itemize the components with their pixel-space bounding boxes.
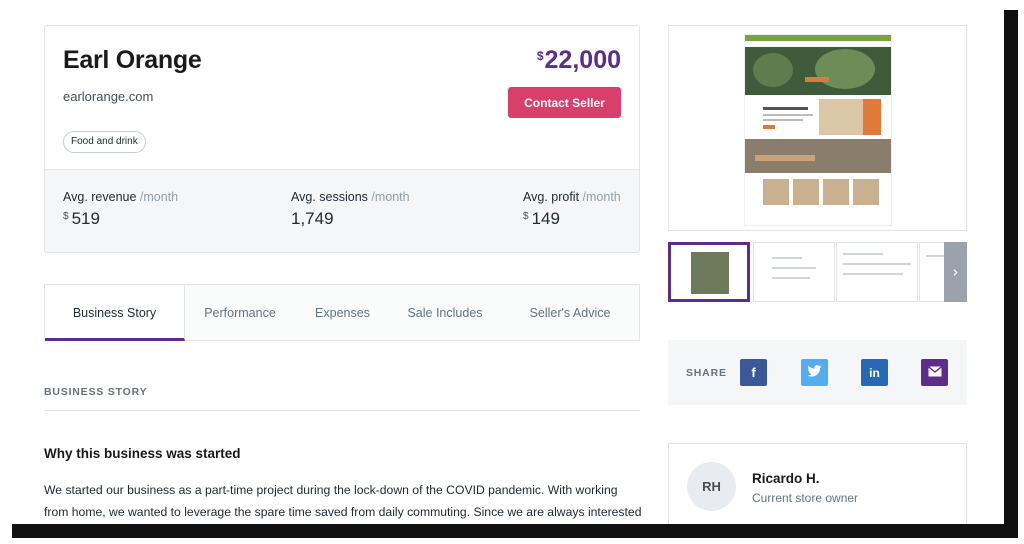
listing-title: Earl Orange xyxy=(63,46,202,74)
avatar: RH xyxy=(687,462,736,511)
email-icon[interactable] xyxy=(921,359,948,386)
stat-sessions: Avg. sessions /month 1,749 xyxy=(291,190,410,229)
listing-price: $22,000 xyxy=(537,46,621,75)
stat-period: /month xyxy=(582,190,621,204)
tab-expenses[interactable]: Expenses xyxy=(295,285,390,341)
thumbnail-strip xyxy=(668,241,967,303)
stat-value: 149 xyxy=(531,209,560,228)
stat-currency: $ xyxy=(63,211,69,222)
thumbnail-1[interactable] xyxy=(668,242,750,302)
facebook-icon[interactable]: f xyxy=(740,359,767,386)
page-shadow-right xyxy=(1004,10,1018,538)
section-divider xyxy=(44,410,640,411)
business-story-text: We started our business as a part-time p… xyxy=(44,483,642,519)
store-preview[interactable] xyxy=(668,25,967,231)
stat-value: 519 xyxy=(71,209,100,228)
listing-card: Earl Orange earlorange.com Food and drin… xyxy=(44,25,640,253)
price-currency: $ xyxy=(536,49,544,63)
stat-currency: $ xyxy=(523,211,529,222)
thumbnail-2[interactable] xyxy=(753,242,835,302)
stat-label: Avg. sessions xyxy=(291,190,368,204)
owner-name: Ricardo H. xyxy=(752,471,820,486)
stat-profit: Avg. profit /month $149 xyxy=(523,190,621,229)
stat-value: 1,749 xyxy=(291,209,334,228)
listing-page: Earl Orange earlorange.com Food and drin… xyxy=(0,0,1004,524)
twitter-icon[interactable] xyxy=(801,359,828,386)
tab-sellers-advice[interactable]: Seller's Advice xyxy=(510,285,630,341)
share-bar: SHARE f in xyxy=(668,340,967,405)
gallery-next-button[interactable]: › xyxy=(944,242,967,302)
stat-revenue: Avg. revenue /month $519 xyxy=(63,190,178,229)
thumbnail-3[interactable] xyxy=(836,242,918,302)
stat-period: /month xyxy=(139,190,179,204)
stat-period: /month xyxy=(371,190,410,204)
store-screenshot xyxy=(744,34,892,226)
owner-card: RH Ricardo H. Current store owner xyxy=(668,443,967,524)
tab-performance[interactable]: Performance xyxy=(185,285,295,341)
contact-seller-button[interactable]: Contact Seller xyxy=(508,87,621,118)
listing-tabs: Business Story Performance Expenses Sale… xyxy=(44,284,640,341)
owner-role: Current store owner xyxy=(752,491,859,505)
share-label: SHARE xyxy=(686,367,727,379)
price-value: 22,000 xyxy=(544,46,621,74)
listing-domain: earlorange.com xyxy=(63,89,154,104)
page-shadow-bottom xyxy=(12,524,1018,538)
stat-label: Avg. revenue xyxy=(63,190,137,204)
stat-label: Avg. profit xyxy=(523,190,580,204)
section-heading: BUSINESS STORY xyxy=(44,386,148,398)
linkedin-icon[interactable]: in xyxy=(861,359,888,386)
category-tag: Food and drink xyxy=(63,131,146,153)
stats-bar: Avg. revenue /month $519 Avg. sessions /… xyxy=(45,169,639,252)
tab-sale-includes[interactable]: Sale Includes xyxy=(390,285,500,341)
section-subheading: Why this business was started xyxy=(44,446,241,461)
tab-business-story[interactable]: Business Story xyxy=(45,285,185,341)
